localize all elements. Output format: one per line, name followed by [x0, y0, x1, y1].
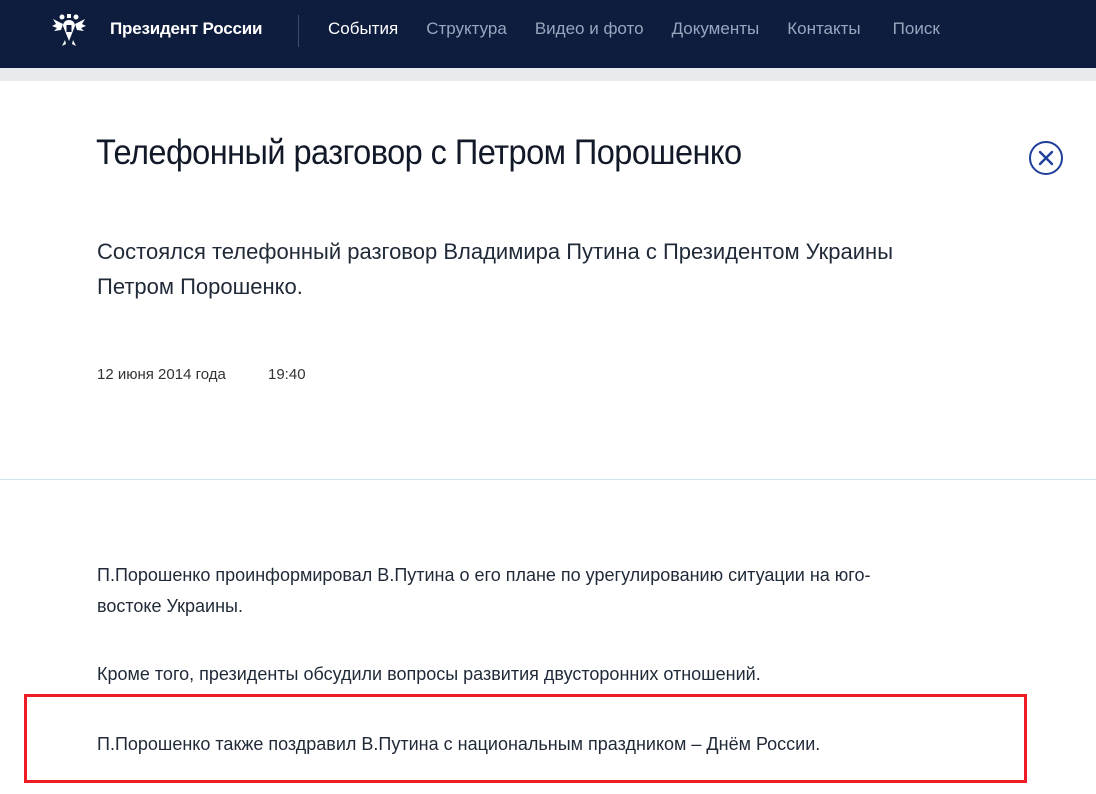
highlight-box — [24, 694, 1027, 783]
article-paragraph-2: Кроме того, президенты обсудили вопросы … — [97, 664, 761, 684]
main-nav: События Структура Видео и фото Документы… — [328, 19, 968, 39]
nav-item-events[interactable]: События — [328, 19, 398, 39]
top-navigation-bar: Президент России События Структура Видео… — [0, 0, 1096, 68]
publication-time: 19:40 — [268, 366, 306, 383]
double-headed-eagle-icon[interactable] — [50, 11, 88, 49]
publication-date: 12 июня 2014 года — [97, 366, 226, 383]
nav-item-structure[interactable]: Структура — [426, 19, 507, 39]
article-lead: Состоялся телефонный разговор Владимира … — [97, 239, 894, 299]
nav-item-video-photo[interactable]: Видео и фото — [535, 19, 644, 39]
nav-item-search[interactable]: Поиск — [893, 19, 940, 39]
page-title: Телефонный разговор с Петром Порошенко — [96, 133, 742, 172]
header-bottom-strip — [0, 68, 1096, 81]
site-title[interactable]: Президент России — [110, 19, 262, 39]
close-button[interactable] — [1029, 141, 1063, 175]
header-divider — [298, 15, 299, 47]
nav-item-documents[interactable]: Документы — [672, 19, 760, 39]
article-paragraph-1: П.Порошенко проинформировал В.Путина о е… — [97, 565, 871, 616]
nav-item-contacts[interactable]: Контакты — [787, 19, 860, 39]
close-icon — [1038, 150, 1054, 166]
section-divider — [0, 479, 1096, 480]
article-meta: 12 июня 2014 года 19:40 — [97, 366, 306, 383]
